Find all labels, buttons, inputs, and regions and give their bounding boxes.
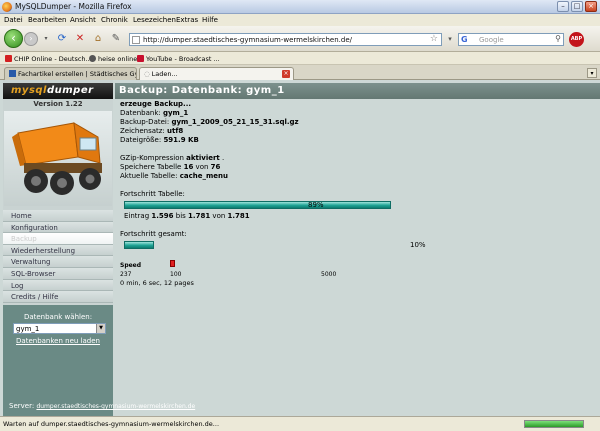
charset-row: Zeichensatz: utf8 [120,127,184,135]
firefox-icon [2,2,12,12]
back-button[interactable]: ‹ [4,29,23,48]
status-bar: Warten auf dumper.staedtisches-gymnasium… [0,416,600,431]
creating-backup-text: erzeuge Backup... [120,100,192,108]
total-progress: 10% [124,240,590,251]
database-row: Datenbank: gym_1 [120,109,189,117]
forward-button[interactable]: › [24,32,38,46]
tab-favicon [9,70,16,77]
adblock-icon[interactable]: ABP [569,32,584,47]
page-viewport: mysqldumper Version 1.22 Home Konfigurat… [0,80,600,416]
navigation-toolbar: ‹ › ▾ ⟳ ✕ ⌂ ✎ http://dumper.staedtisches… [0,26,600,52]
mysqldumper-logo: mysqldumper [3,83,113,99]
minimize-button[interactable]: – [557,1,569,12]
table-progress-label: Fortschritt Tabelle: [120,190,185,198]
speed-indicator: Speed 237 100 5000 0 min, 6 sec, 12 page… [120,260,590,291]
sidebar-item-log[interactable]: Log [3,279,113,292]
history-dropdown-icon[interactable]: ▾ [40,33,52,45]
filesize-row: Dateigröße: 591.9 KB [120,136,199,144]
dump-truck-icon [12,122,102,195]
youtube-icon [137,55,144,62]
status-text: Warten auf dumper.staedtisches-gymnasium… [3,420,220,428]
stop-icon[interactable]: ✕ [74,33,86,45]
gzip-row: GZip-Kompression aktiviert . [120,154,225,162]
search-input[interactable]: G Google ⚲ [458,33,564,46]
speed-min: 100 [170,271,182,278]
saving-table-row: Speichere Tabelle 16 von 76 [120,163,221,171]
tab-close-icon[interactable]: × [282,70,290,78]
sidebar: mysqldumper Version 1.22 Home Konfigurat… [3,80,195,416]
database-select-label: Datenbank wählen: [23,313,93,321]
total-progress-percent: 10% [410,241,426,249]
sidebar-item-home[interactable]: Home [3,210,113,222]
loading-icon: ◌ [144,70,150,78]
reload-databases-link[interactable]: Datenbanken neu laden [3,337,113,345]
sidebar-item-backup[interactable]: Backup [3,233,113,245]
sidebar-item-credits[interactable]: Credits / Hilfe [3,291,113,303]
table-progress: 89% [124,200,590,211]
chevron-down-icon[interactable]: ▼ [96,324,105,333]
tab-fachartikel[interactable]: Fachartikel erstellen | Städtisches Gym.… [4,67,137,80]
menu-extras[interactable]: Extras [176,16,198,24]
url-text: http://dumper.staedtisches-gymnasium-wer… [143,36,352,44]
version-label: Version 1.22 [33,100,83,108]
addon-icon[interactable]: ✎ [110,33,122,45]
menu-hilfe[interactable]: Hilfe [202,16,218,24]
tab-bar: Fachartikel erstellen | Städtisches Gym.… [0,65,600,80]
search-icon[interactable]: ⚲ [555,34,561,43]
backup-status: erzeuge Backup... Datenbank: gym_1 Backu… [120,100,590,291]
speed-value: 237 [120,271,132,278]
database-select[interactable]: gym_1 ▼ [13,323,106,334]
maximize-button[interactable]: □ [571,1,583,12]
sidebar-item-sql-browser[interactable]: SQL-Browser [3,267,113,280]
dump-truck-logo [4,111,112,206]
total-progress-bar [124,241,154,249]
main-content: Backup: Datenbank: gym_1 erzeuge Backup.… [115,80,600,416]
speed-marker [170,260,175,267]
menu-lesezeichen[interactable]: Lesezeichen [133,16,176,24]
page-title: Backup: Datenbank: gym_1 [119,85,285,96]
bookmark-chip[interactable]: CHIP Online - Deutsch... [5,55,92,63]
heise-icon [89,55,96,62]
close-window-button[interactable]: × [585,1,597,12]
window-titlebar: MySQLDumper - Mozilla Firefox – □ × [0,0,600,14]
sidebar-item-verwaltung[interactable]: Verwaltung [3,256,113,268]
menubar: Datei Bearbeiten Ansicht Chronik Lesezei… [0,14,600,26]
bookmarks-toolbar: CHIP Online - Deutsch... heise online Yo… [0,52,600,65]
database-panel: Datenbank wählen: gym_1 ▼ Datenbanken ne… [3,305,195,416]
bookmark-star-icon[interactable]: ☆ [430,34,438,44]
bookmark-youtube[interactable]: YouTube - Broadcast ... [137,55,220,63]
google-icon[interactable]: G [461,35,471,45]
reload-icon[interactable]: ⟳ [56,33,68,45]
current-table-row: Aktuelle Tabelle: cache_menu [120,172,228,180]
menu-datei[interactable]: Datei [4,16,23,24]
home-icon[interactable]: ⌂ [92,33,104,45]
total-progress-label: Fortschritt gesamt: [120,230,187,238]
sidebar-item-konfiguration[interactable]: Konfiguration [3,221,113,234]
menu-bearbeiten[interactable]: Bearbeiten [28,16,66,24]
page-header: Backup: Datenbank: gym_1 [115,83,600,99]
entry-row: Eintrag 1.596 bis 1.781 von 1.781 [124,212,250,220]
elapsed-time: 0 min, 6 sec, 12 pages [120,279,194,287]
search-placeholder: Google [479,36,504,44]
menu-ansicht[interactable]: Ansicht [70,16,96,24]
loading-progress-fill [525,421,583,427]
page-favicon [132,36,140,44]
loading-progress [524,420,584,428]
sidebar-item-wiederherstellung[interactable]: Wiederherstellung [3,244,113,257]
url-bar[interactable]: http://dumper.staedtisches-gymnasium-wer… [129,33,442,46]
tab-list-dropdown-icon[interactable]: ▾ [587,68,597,78]
speed-max: 5000 [321,271,337,278]
table-progress-bar [124,201,391,209]
sidebar-menu: Home Konfiguration Backup Wiederherstell… [3,210,113,303]
backup-file-row: Backup-Datei: gym_1_2009_05_21_15_31.sql… [120,118,299,126]
window-title: MySQLDumper - Mozilla Firefox [15,2,132,11]
url-dropdown-icon[interactable]: ▾ [444,33,456,45]
tab-laden[interactable]: ◌ Laden... × [139,67,294,80]
table-progress-percent: 89% [308,201,324,209]
bookmark-heise[interactable]: heise online [89,55,137,63]
speed-label: Speed [120,262,142,269]
menu-chronik[interactable]: Chronik [101,16,128,24]
chip-icon [5,55,12,62]
